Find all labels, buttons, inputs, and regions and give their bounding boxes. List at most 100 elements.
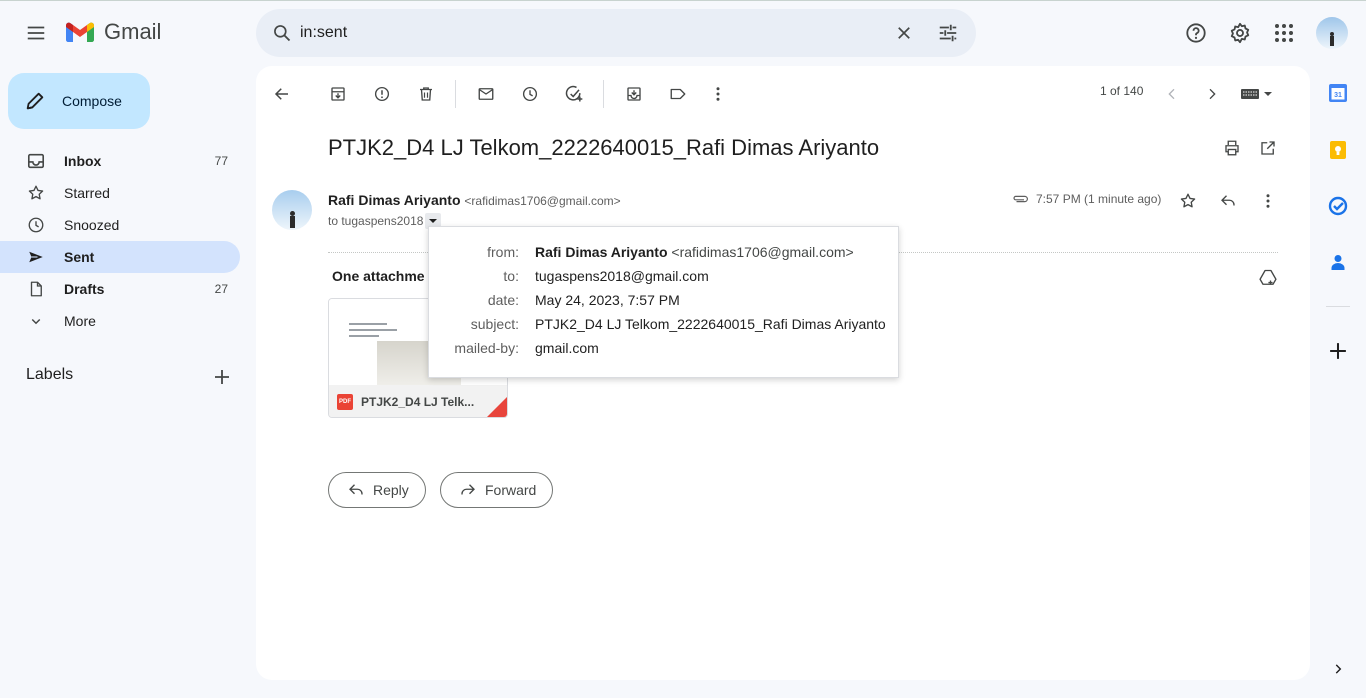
pagination-text: 1 of 140 [1100, 84, 1144, 98]
more-actions-button[interactable] [702, 78, 734, 110]
add-all-to-drive-button[interactable] [1252, 262, 1284, 294]
details-to-value: tugaspens2018@gmail.com [535, 268, 709, 284]
calendar-icon: 31 [1328, 83, 1348, 103]
sidebar-item-inbox[interactable]: Inbox 77 [0, 145, 240, 177]
get-addons-button[interactable] [1326, 339, 1350, 363]
main-menu-button[interactable] [16, 13, 56, 53]
star-button[interactable] [1172, 185, 1204, 217]
search-options-icon [937, 22, 959, 44]
label-icon [669, 85, 687, 103]
mark-unread-button[interactable] [470, 78, 502, 110]
sidebar-item-drafts[interactable]: Drafts 27 [0, 273, 240, 305]
reply-icon-button[interactable] [1212, 185, 1244, 217]
more-vert-icon [709, 85, 727, 103]
attachment-clip-icon [1012, 193, 1030, 205]
account-avatar[interactable] [1316, 17, 1348, 49]
details-mailedby-value: gmail.com [535, 340, 599, 356]
contacts-button[interactable] [1326, 250, 1350, 274]
add-to-tasks-button[interactable] [558, 78, 590, 110]
keep-icon [1328, 140, 1348, 160]
help-icon [1185, 22, 1207, 44]
forward-button[interactable]: Forward [440, 472, 554, 508]
calendar-button[interactable]: 31 [1326, 81, 1350, 105]
email-subject: PTJK2_D4 LJ Telkom_2222640015_Rafi Dimas… [328, 135, 880, 160]
svg-text:31: 31 [1334, 92, 1342, 99]
delete-button[interactable] [410, 78, 442, 110]
attachment-name: PTJK2_D4 LJ Telk... [361, 395, 475, 409]
search-button[interactable] [266, 17, 298, 49]
mark-unread-icon [477, 85, 495, 103]
timestamp-area: 7:57 PM (1 minute ago) [1012, 192, 1161, 206]
reply-icon [1219, 192, 1237, 210]
reply-button[interactable]: Reply [328, 472, 426, 508]
message-more-button[interactable] [1252, 185, 1284, 217]
details-mailedby-key: mailed-by: [454, 340, 519, 356]
labels-heading: Labels [26, 366, 74, 383]
open-new-window-button[interactable] [1252, 132, 1284, 164]
search-icon [272, 23, 292, 43]
input-tools-button[interactable] [1236, 78, 1276, 110]
sender-avatar[interactable] [272, 190, 312, 230]
chevron-right-icon [1331, 662, 1345, 676]
newer-button[interactable] [1156, 78, 1188, 110]
menu-icon [25, 22, 47, 44]
gmail-logo-link[interactable]: Gmail [64, 19, 161, 45]
print-button[interactable] [1216, 132, 1248, 164]
forward-label: Forward [485, 482, 537, 498]
report-spam-button[interactable] [366, 78, 398, 110]
sidebar-item-label: Sent [64, 249, 95, 265]
sidebar-item-sent[interactable]: Sent [0, 241, 240, 273]
more-vert-icon [1259, 192, 1277, 210]
settings-icon [1229, 22, 1251, 44]
snooze-icon [521, 85, 539, 103]
inbox-icon [26, 151, 46, 171]
settings-button[interactable] [1220, 13, 1260, 53]
archive-button[interactable] [322, 78, 354, 110]
sidebar-item-count: 77 [214, 154, 228, 168]
details-subject-key: subject: [470, 316, 519, 332]
tasks-button[interactable] [1326, 194, 1350, 218]
star-icon [1179, 192, 1197, 210]
sidebar-item-label: Snoozed [64, 217, 120, 233]
sidebar-item-count: 27 [214, 282, 228, 296]
back-button[interactable] [266, 78, 298, 110]
reply-label: Reply [373, 482, 409, 498]
older-button[interactable] [1196, 78, 1228, 110]
support-button[interactable] [1176, 13, 1216, 53]
chevron-down-icon [26, 311, 46, 331]
labels-button[interactable] [662, 78, 694, 110]
create-label-button[interactable] [206, 361, 238, 393]
compose-button[interactable]: Compose [8, 73, 150, 129]
message-details-popup: from: Rafi Dimas Ariyanto <rafidimas1706@… [428, 226, 899, 378]
recipient-text: to tugaspens2018 [328, 214, 424, 228]
sidebar-item-snoozed[interactable]: Snoozed [0, 209, 240, 241]
recipient-line: to tugaspens2018 [328, 213, 442, 229]
details-date-value: May 24, 2023, 7:57 PM [535, 292, 680, 308]
move-to-button[interactable] [618, 78, 650, 110]
sidebar-item-more[interactable]: More [0, 305, 240, 337]
archive-icon [329, 85, 347, 103]
move-to-icon [625, 85, 643, 103]
draft-icon [26, 279, 46, 299]
keep-button[interactable] [1326, 138, 1350, 162]
clock-icon [26, 215, 46, 235]
chevron-right-icon [1204, 86, 1220, 102]
pdf-icon: PDF [337, 394, 353, 410]
clear-search-button[interactable] [888, 17, 920, 49]
search-input[interactable] [300, 21, 860, 45]
sidebar-item-label: More [64, 313, 96, 329]
search-options-button[interactable] [932, 17, 964, 49]
attachment-fold [487, 397, 507, 417]
caret-down-icon [428, 216, 438, 226]
sidebar-item-starred[interactable]: Starred [0, 177, 240, 209]
reply-icon [347, 481, 365, 499]
details-from-name: Rafi Dimas Ariyanto [535, 244, 668, 260]
show-side-panel-button[interactable] [1326, 657, 1350, 681]
add-to-drive-icon [1258, 268, 1278, 288]
snooze-button[interactable] [514, 78, 546, 110]
input-tools-icon [1239, 86, 1273, 102]
google-apps-button[interactable] [1264, 13, 1304, 53]
apps-icon [1274, 23, 1294, 43]
sidebar-item-label: Drafts [64, 281, 105, 297]
side-panel-divider [1326, 306, 1350, 307]
